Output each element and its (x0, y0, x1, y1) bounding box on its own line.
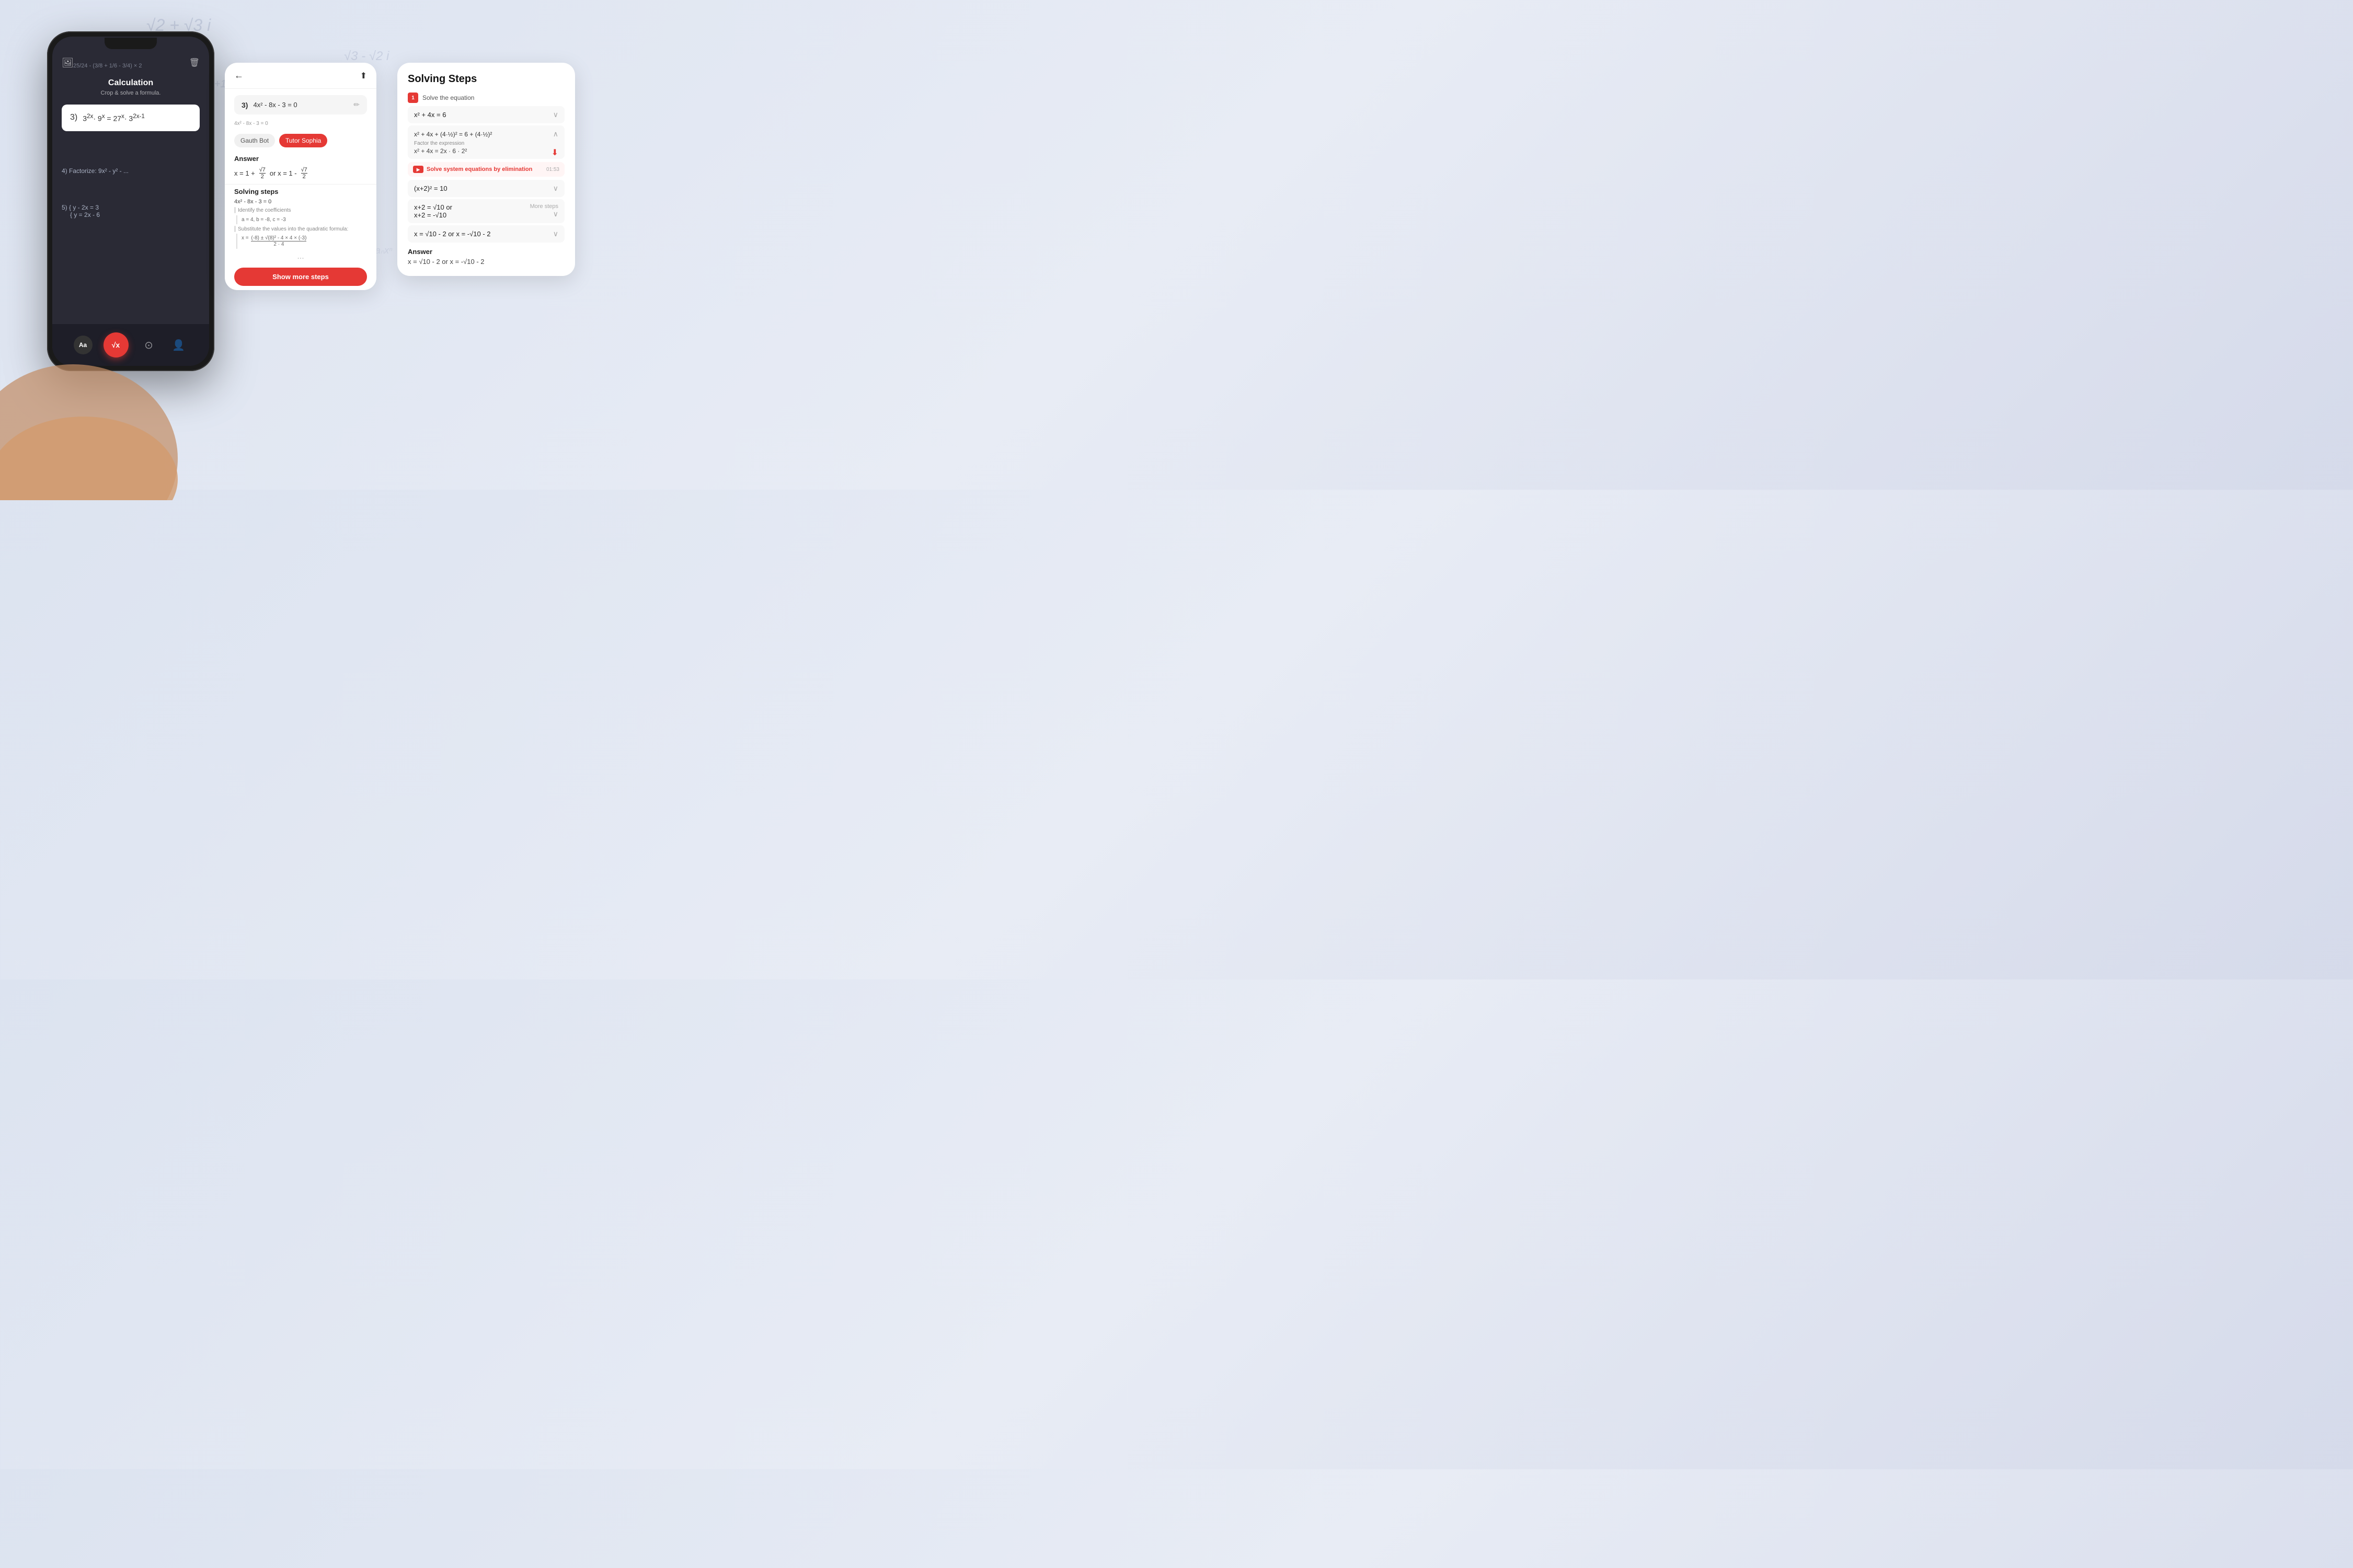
edit-icon[interactable]: ✏ (353, 100, 360, 109)
panel-answer-section: Answer x = √10 - 2 or x = -√10 - 2 (408, 248, 565, 266)
question-equation: 4x² - 8x - 3 = 0 (253, 101, 348, 109)
video-time: 01:53 (546, 167, 559, 172)
calculation-subtitle: Crop & solve a formula. (101, 90, 161, 96)
share-button[interactable]: ⬆ (360, 71, 367, 81)
phone-notch (105, 38, 157, 49)
phone-screen: 🖼 🗑 25/24 - (3/8 + 1/6 - 3/4) × 2 Calcul… (52, 37, 209, 366)
profile-button[interactable]: 👤 (169, 336, 188, 354)
camera-top-icon: 🖼 (62, 57, 74, 68)
step-number-badge: 1 (408, 93, 418, 103)
answer-values: x = 1 + √7 2 or x = 1 - √7 2 (225, 165, 376, 184)
tab-tutor-sophia[interactable]: Tutor Sophia (279, 134, 327, 147)
card-header: ← ⬆ (225, 63, 376, 89)
panel-eq-top-row: x² + 4x + (4·½)² = 6 + (4·½)² ∧ (414, 130, 558, 139)
screen-bg-math-1: 25/24 - (3/8 + 1/6 - 3/4) × 2 (73, 63, 142, 69)
phone-screen-content: 🖼 🗑 25/24 - (3/8 + 1/6 - 3/4) × 2 Calcul… (52, 37, 209, 366)
panel-title: Solving Steps (408, 73, 565, 85)
panel-eq-row-4: (x+2)² = 10 ∨ (408, 180, 565, 197)
panel-step-header: 1 Solve the equation (408, 93, 565, 103)
phone-device: 🖼 🗑 25/24 - (3/8 + 1/6 - 3/4) × 2 Calcul… (47, 31, 214, 371)
screen-eq-5: 5) { y - 2x = 3 { y = 2x - 6 (62, 204, 100, 218)
aa-button[interactable]: Aa (74, 336, 93, 354)
delete-top-icon: 🗑 (189, 57, 200, 68)
panel-eq-1-text: x² + 4x = 6 (414, 111, 446, 119)
tabs-row: Gauth Bot Tutor Sophia (225, 130, 376, 152)
video-hint-text: ▶ Solve system equations by elimination (413, 166, 532, 173)
formula-number: 3) (70, 113, 77, 122)
step-coefficients: a = 4, b = -8, c = -3 (236, 215, 367, 224)
eq5-text: x+2 = √10 or x+2 = -√10 (414, 203, 452, 219)
panel-answer-title: Answer (408, 248, 565, 256)
calculation-title: Calculation (108, 78, 153, 88)
panel-sub-eq-3: x² + 4x = 2x · 6 · 2² ⬇ (414, 147, 558, 155)
panel-eq-6-text: x = √10 - 2 or x = -√10 - 2 (414, 230, 491, 238)
solving-panel: Solving Steps 1 Solve the equation x² + … (397, 63, 575, 276)
show-more-button[interactable]: Show more steps (234, 268, 367, 286)
step-header-text: Solve the equation (422, 94, 474, 101)
camera-button[interactable]: ⊙ (140, 336, 158, 354)
panel-eq-4-text: (x+2)² = 10 (414, 185, 447, 192)
panel-eq-row-5: x+2 = √10 or x+2 = -√10 More steps ∨ (408, 199, 565, 223)
formula-box: 3) 32x· 9x = 27x· 32x-1 (62, 105, 200, 131)
formula-button[interactable]: √x (104, 332, 129, 358)
formula-text: 32x· 9x = 27x· 32x-1 (83, 113, 145, 123)
back-button[interactable]: ← (234, 70, 244, 81)
expand-icon-4[interactable]: ∨ (553, 184, 558, 193)
panel-answer-eq: x = √10 - 2 or x = -√10 - 2 (408, 258, 565, 266)
bg-equation-2: √3 - √2 i (344, 49, 389, 64)
question-number: 3) (242, 101, 248, 109)
eq5-row: x+2 = √10 or x+2 = -√10 More steps ∨ (414, 203, 558, 219)
dots-row: ... (225, 250, 376, 263)
step-identify-label: Identify the coefficients (225, 206, 376, 214)
download-icon[interactable]: ⬇ (552, 147, 558, 158)
screen-eq-4: 4) Factorize: 9x² - y² - ... (62, 167, 129, 175)
tab-gauth-bot[interactable]: Gauth Bot (234, 134, 275, 147)
collapse-icon-2[interactable]: ∧ (553, 130, 558, 139)
panel-eq-2-text: x² + 4x + (4·½)² = 6 + (4·½)² (414, 131, 492, 138)
eq5-more: More steps ∨ (530, 203, 558, 219)
answer-card: ← ⬆ 3) 4x² - 8x - 3 = 0 ✏ 4x² - 8x - 3 =… (225, 63, 376, 290)
panel-eq-row-1: x² + 4x = 6 ∨ (408, 106, 565, 123)
panel-eq-expanded-2: x² + 4x + (4·½)² = 6 + (4·½)² ∧ Factor t… (408, 125, 565, 159)
panel-sub-label-factor: Factor the expression (414, 141, 558, 146)
solving-steps-title: Solving steps (225, 184, 376, 198)
panel-eq-row-6: x = √10 - 2 or x = -√10 - 2 ∨ (408, 225, 565, 243)
video-play-icon: ▶ (413, 166, 423, 173)
answer-section-title: Answer (225, 152, 376, 165)
phone-wrapper: 🖼 🗑 25/24 - (3/8 + 1/6 - 3/4) × 2 Calcul… (31, 31, 230, 460)
question-box: 3) 4x² - 8x - 3 = 0 ✏ (234, 95, 367, 114)
expand-icon-1[interactable]: ∨ (553, 110, 558, 119)
video-hint-row[interactable]: ▶ Solve system equations by elimination … (408, 162, 565, 177)
step-quadratic-formula: x = (-8) ± √(8)² - 4 × 4 × (-3) 2 · 4 (236, 234, 367, 249)
expand-icon-5[interactable]: ∨ (553, 210, 558, 218)
question-label: 4x² - 8x - 3 = 0 (225, 121, 376, 130)
expand-icon-6[interactable]: ∨ (553, 229, 558, 238)
formula-button-icon: √x (112, 341, 120, 349)
step-eq-1: 4x² - 8x - 3 = 0 (225, 198, 376, 206)
phone-bottom-bar: Aa √x ⊙ 👤 (52, 324, 209, 366)
step-substitute-label: Substitute the values into the quadratic… (225, 225, 376, 233)
